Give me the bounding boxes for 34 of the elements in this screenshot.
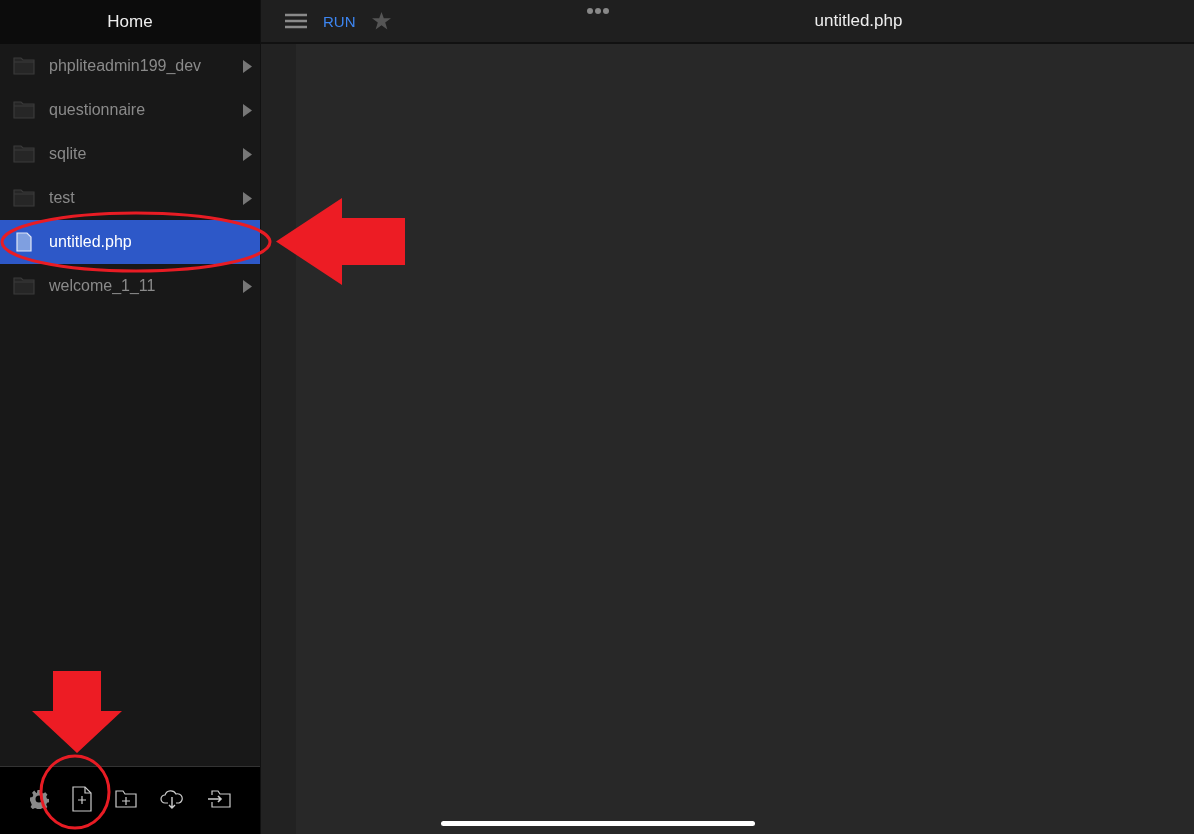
- folder-row[interactable]: test: [0, 176, 260, 220]
- import-folder-icon[interactable]: [206, 789, 231, 808]
- folder-name: questionnaire: [49, 101, 147, 119]
- file-icon: [16, 232, 32, 252]
- folder-icon: [13, 101, 35, 119]
- sidebar-title: Home: [107, 12, 153, 32]
- folder-icon: [13, 145, 35, 163]
- chevron-right-icon: [243, 279, 252, 293]
- folder-icon: [13, 189, 35, 207]
- cloud-download-icon[interactable]: [159, 787, 184, 810]
- folder-row[interactable]: sqlite: [0, 132, 260, 176]
- more-dots-icon[interactable]: [587, 8, 609, 14]
- menu-icon[interactable]: [285, 13, 307, 29]
- folder-icon: [13, 277, 35, 295]
- chevron-right-icon: [243, 103, 252, 117]
- new-file-icon[interactable]: [72, 785, 93, 812]
- star-icon[interactable]: [371, 12, 391, 30]
- folder-name: welcome_1_11: [49, 277, 157, 295]
- file-title: untitled.php: [814, 11, 903, 31]
- chevron-right-icon: [243, 59, 252, 73]
- file-name: untitled.php: [49, 233, 133, 251]
- folder-name: sqlite: [49, 145, 88, 163]
- file-row[interactable]: untitled.php: [0, 220, 260, 264]
- folder-name: phpliteadmin199_dev: [49, 57, 203, 75]
- folder-row[interactable]: welcome_1_11: [0, 264, 260, 308]
- settings-icon[interactable]: [29, 788, 50, 809]
- new-folder-icon[interactable]: [115, 789, 137, 808]
- folder-icon: [13, 57, 35, 75]
- run-button[interactable]: RUN: [323, 12, 356, 30]
- chevron-right-icon: [243, 191, 252, 205]
- folder-name: test: [49, 189, 76, 207]
- folder-row[interactable]: questionnaire: [0, 88, 260, 132]
- chevron-right-icon: [243, 147, 252, 161]
- folder-row[interactable]: phpliteadmin199_dev: [0, 44, 260, 88]
